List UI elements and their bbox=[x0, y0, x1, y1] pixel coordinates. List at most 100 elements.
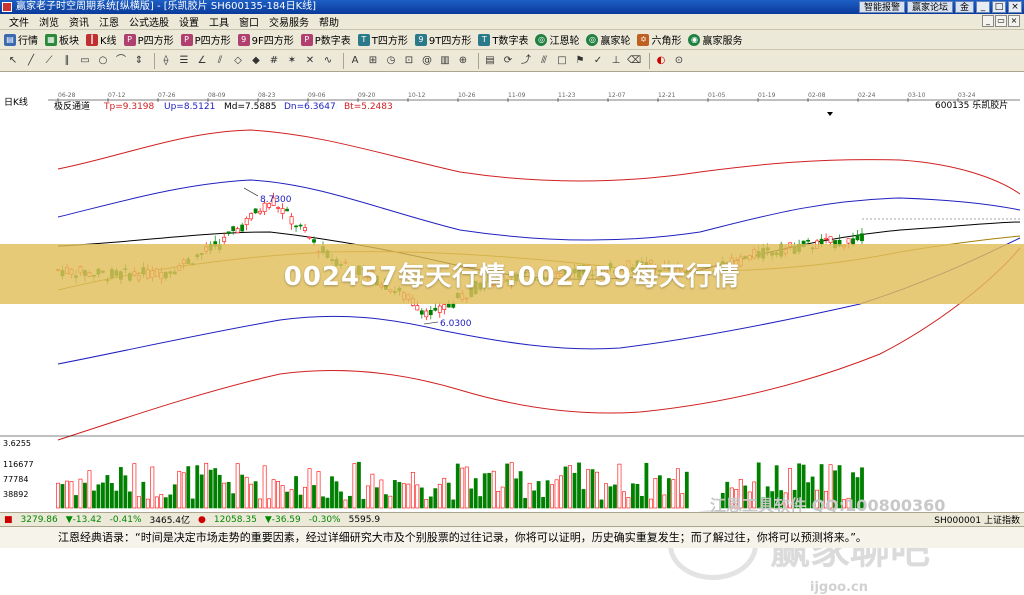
maximize-button[interactable]: □ bbox=[992, 1, 1006, 13]
volume-top-label: 3.6255 bbox=[3, 439, 31, 448]
overlay-banner: 002457每天行情:002759每天行情 bbox=[0, 244, 1024, 304]
menu-settings[interactable]: 设置 bbox=[174, 14, 204, 29]
flag-icon[interactable]: ⚑ bbox=[573, 54, 587, 68]
candle-body bbox=[451, 303, 456, 308]
tb-t-square[interactable]: T T四方形 bbox=[357, 32, 408, 47]
volume-bar bbox=[559, 475, 563, 509]
tb-gann-wheel[interactable]: ◎ 江恩轮 bbox=[535, 32, 579, 47]
tb-winner-wheel[interactable]: ◎ 赢家轮 bbox=[586, 32, 630, 47]
volume-bar bbox=[271, 479, 276, 509]
alert-button[interactable]: 智能报警 bbox=[858, 1, 905, 13]
period-icon[interactable]: ▤ bbox=[483, 54, 497, 68]
volume-bar bbox=[595, 471, 599, 509]
date-label: 03-24 bbox=[958, 92, 976, 99]
target-icon[interactable]: ⊙ bbox=[672, 54, 686, 68]
bars-icon[interactable]: ▥ bbox=[438, 54, 452, 68]
mdi-minimize-icon[interactable]: _ bbox=[982, 15, 994, 27]
volume-bar bbox=[523, 498, 528, 509]
volume-bar bbox=[653, 478, 658, 509]
cycle-icon[interactable]: ⟳ bbox=[501, 54, 515, 68]
volume-bar bbox=[253, 481, 258, 509]
gold-button[interactable]: 金 bbox=[954, 1, 974, 13]
diamond-icon[interactable]: ◇ bbox=[231, 54, 245, 68]
measure-icon[interactable]: ⊞ bbox=[366, 54, 380, 68]
star-icon[interactable]: ✶ bbox=[285, 54, 299, 68]
spiral-icon[interactable]: @ bbox=[420, 54, 434, 68]
gann-line-icon[interactable]: ⫻ bbox=[537, 54, 551, 68]
mdi-close-icon[interactable]: × bbox=[1008, 15, 1020, 27]
ruler-icon[interactable]: ⊥ bbox=[609, 54, 623, 68]
diamond2-icon[interactable]: ◆ bbox=[249, 54, 263, 68]
volume-bar bbox=[392, 480, 397, 509]
current-index-code[interactable]: SH000001 上证指数 bbox=[934, 513, 1020, 526]
tb-sectors[interactable]: ▦ 板块 bbox=[45, 32, 79, 47]
menu-browse[interactable]: 浏览 bbox=[34, 14, 64, 29]
candle-body bbox=[253, 208, 258, 214]
color-icon[interactable]: ◐ bbox=[654, 54, 668, 68]
arrow-icon[interactable]: ⇕ bbox=[132, 54, 146, 68]
forum-button[interactable]: 赢家论坛 bbox=[906, 1, 953, 13]
parallel-icon[interactable]: ∥ bbox=[60, 54, 74, 68]
menu-gann[interactable]: 江恩 bbox=[94, 14, 124, 29]
wave-icon[interactable]: ∿ bbox=[321, 54, 335, 68]
cross-icon[interactable]: ✕ bbox=[303, 54, 317, 68]
close-button[interactable]: × bbox=[1008, 1, 1022, 13]
text-icon[interactable]: A bbox=[348, 54, 362, 68]
circle-icon[interactable]: ○ bbox=[96, 54, 110, 68]
grid-icon[interactable]: # bbox=[267, 54, 281, 68]
box-icon[interactable]: ⊡ bbox=[402, 54, 416, 68]
minimize-button[interactable]: _ bbox=[976, 1, 990, 13]
menu-help[interactable]: 帮助 bbox=[314, 14, 344, 29]
volume-bar bbox=[262, 465, 267, 509]
volume-bar bbox=[114, 490, 119, 509]
tb-quotes[interactable]: ▤ 行情 bbox=[4, 32, 38, 47]
candle-body bbox=[828, 236, 833, 244]
tb-hexagon[interactable]: ✡ 六角形 bbox=[637, 32, 681, 47]
volume-bar bbox=[334, 481, 339, 509]
menu-formula[interactable]: 公式选股 bbox=[124, 14, 174, 29]
sh-index-value: 3279.86 bbox=[20, 514, 58, 525]
zoom-icon[interactable]: ⊕ bbox=[456, 54, 470, 68]
volume-bar bbox=[141, 481, 146, 509]
tb-service[interactable]: ◉ 赢家服务 bbox=[688, 32, 742, 47]
fib-icon[interactable]: ☰ bbox=[177, 54, 191, 68]
tb-9f-square[interactable]: 9 9F四方形 bbox=[237, 32, 294, 47]
tb-kline[interactable]: ┃ K线 bbox=[86, 32, 117, 47]
tb-p-square-2[interactable]: P P四方形 bbox=[180, 32, 231, 47]
menu-file[interactable]: 文件 bbox=[4, 14, 34, 29]
rect-icon[interactable]: ▭ bbox=[78, 54, 92, 68]
mdi-restore-icon[interactable]: ▭ bbox=[995, 15, 1007, 27]
trend-icon[interactable]: ⤴ bbox=[519, 54, 533, 68]
channel-icon[interactable]: ⫽ bbox=[213, 54, 227, 68]
line-icon[interactable]: ╱ bbox=[24, 54, 38, 68]
angle-icon[interactable]: ∠ bbox=[195, 54, 209, 68]
volume-bar bbox=[258, 498, 263, 509]
volume-bar bbox=[541, 497, 545, 509]
tb-p-table[interactable]: P P数字表 bbox=[300, 32, 351, 47]
dn-value: Dn=6.3647 bbox=[284, 102, 336, 112]
menu-window[interactable]: 窗口 bbox=[234, 14, 264, 29]
clock-icon[interactable]: ◷ bbox=[384, 54, 398, 68]
mark-icon[interactable]: ✓ bbox=[591, 54, 605, 68]
sh-index-change: ▼-13.42 bbox=[65, 514, 102, 525]
volume-bar bbox=[83, 482, 87, 509]
volume-bar bbox=[572, 472, 577, 509]
volume-bar bbox=[500, 486, 505, 509]
md-value: Md=7.5885 bbox=[224, 102, 277, 112]
fan-icon[interactable]: ⟠ bbox=[159, 54, 173, 68]
menu-info[interactable]: 资讯 bbox=[64, 14, 94, 29]
high-price-label: 8.7300 bbox=[260, 195, 292, 205]
square-icon[interactable]: □ bbox=[555, 54, 569, 68]
volume-bar bbox=[172, 484, 177, 509]
volume-bar bbox=[675, 468, 680, 509]
ray-icon[interactable]: ⟋ bbox=[42, 54, 56, 68]
volume-bar bbox=[527, 482, 532, 509]
arc-icon[interactable]: ⌒ bbox=[114, 54, 128, 68]
menu-tools[interactable]: 工具 bbox=[204, 14, 234, 29]
eraser-icon[interactable]: ⌫ bbox=[627, 54, 641, 68]
tb-t-table[interactable]: T T数字表 bbox=[478, 32, 528, 47]
tb-9t-square[interactable]: 9 9T四方形 bbox=[414, 32, 471, 47]
cursor-icon[interactable]: ↖ bbox=[6, 54, 20, 68]
tb-p-square[interactable]: P P四方形 bbox=[123, 32, 174, 47]
menu-trade[interactable]: 交易服务 bbox=[264, 14, 314, 29]
